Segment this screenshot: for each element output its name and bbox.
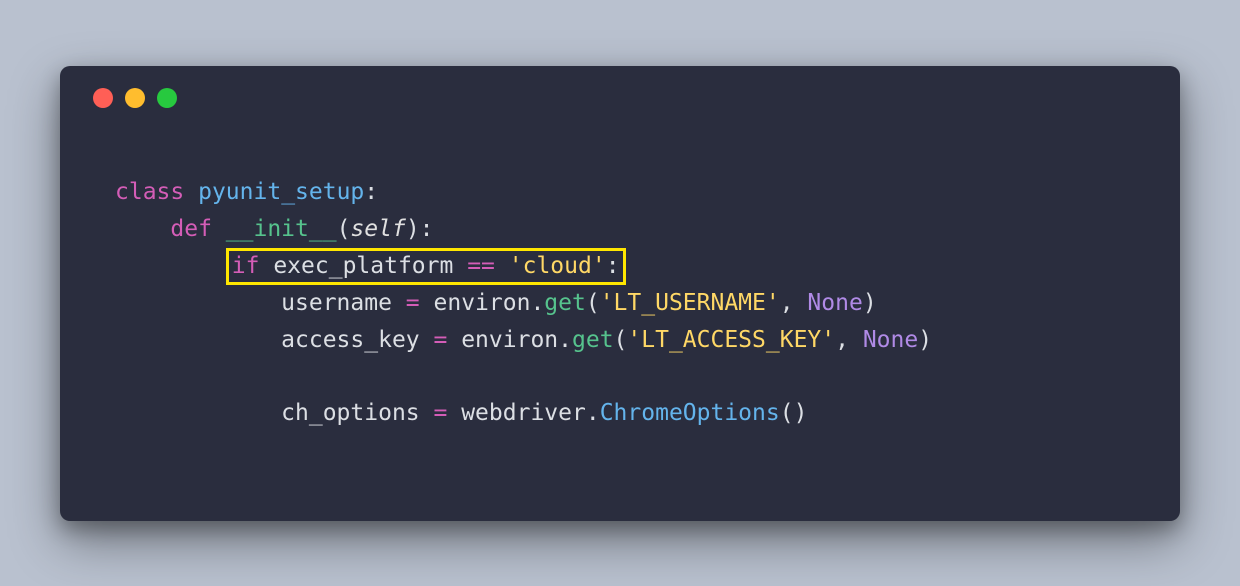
code-line-blank xyxy=(115,364,129,390)
code-line-3: if exec_platform == 'cloud': xyxy=(115,253,626,279)
code-line-6: ch_options = webdriver.ChromeOptions() xyxy=(115,400,807,426)
method-get: get xyxy=(572,327,614,353)
minimize-icon[interactable] xyxy=(125,88,145,108)
code-line-5: access_key = environ.get('LT_ACCESS_KEY'… xyxy=(115,327,932,353)
traffic-lights xyxy=(90,88,1150,108)
param-self: self xyxy=(350,216,405,242)
keyword-class: class xyxy=(115,179,184,205)
code-block: class pyunit_setup: def __init__(self): … xyxy=(90,138,1150,433)
string-cloud: 'cloud' xyxy=(495,253,606,279)
class-chromeoptions: ChromeOptions xyxy=(600,400,780,426)
code-line-2: def __init__(self): xyxy=(115,216,434,242)
colon: : xyxy=(364,179,378,205)
class-name: pyunit_setup xyxy=(198,179,364,205)
highlighted-condition: if exec_platform == 'cloud': xyxy=(226,248,626,285)
function-name: __init__ xyxy=(226,216,337,242)
string-lt-access-key: 'LT_ACCESS_KEY' xyxy=(627,327,835,353)
keyword-if: if xyxy=(232,253,260,279)
close-icon[interactable] xyxy=(93,88,113,108)
method-get: get xyxy=(544,290,586,316)
constant-none: None xyxy=(807,290,862,316)
code-line-1: class pyunit_setup: xyxy=(115,179,378,205)
code-line-4: username = environ.get('LT_USERNAME', No… xyxy=(115,290,877,316)
string-lt-username: 'LT_USERNAME' xyxy=(600,290,780,316)
constant-none: None xyxy=(863,327,918,353)
keyword-def: def xyxy=(170,216,212,242)
maximize-icon[interactable] xyxy=(157,88,177,108)
code-window: class pyunit_setup: def __init__(self): … xyxy=(60,66,1180,521)
